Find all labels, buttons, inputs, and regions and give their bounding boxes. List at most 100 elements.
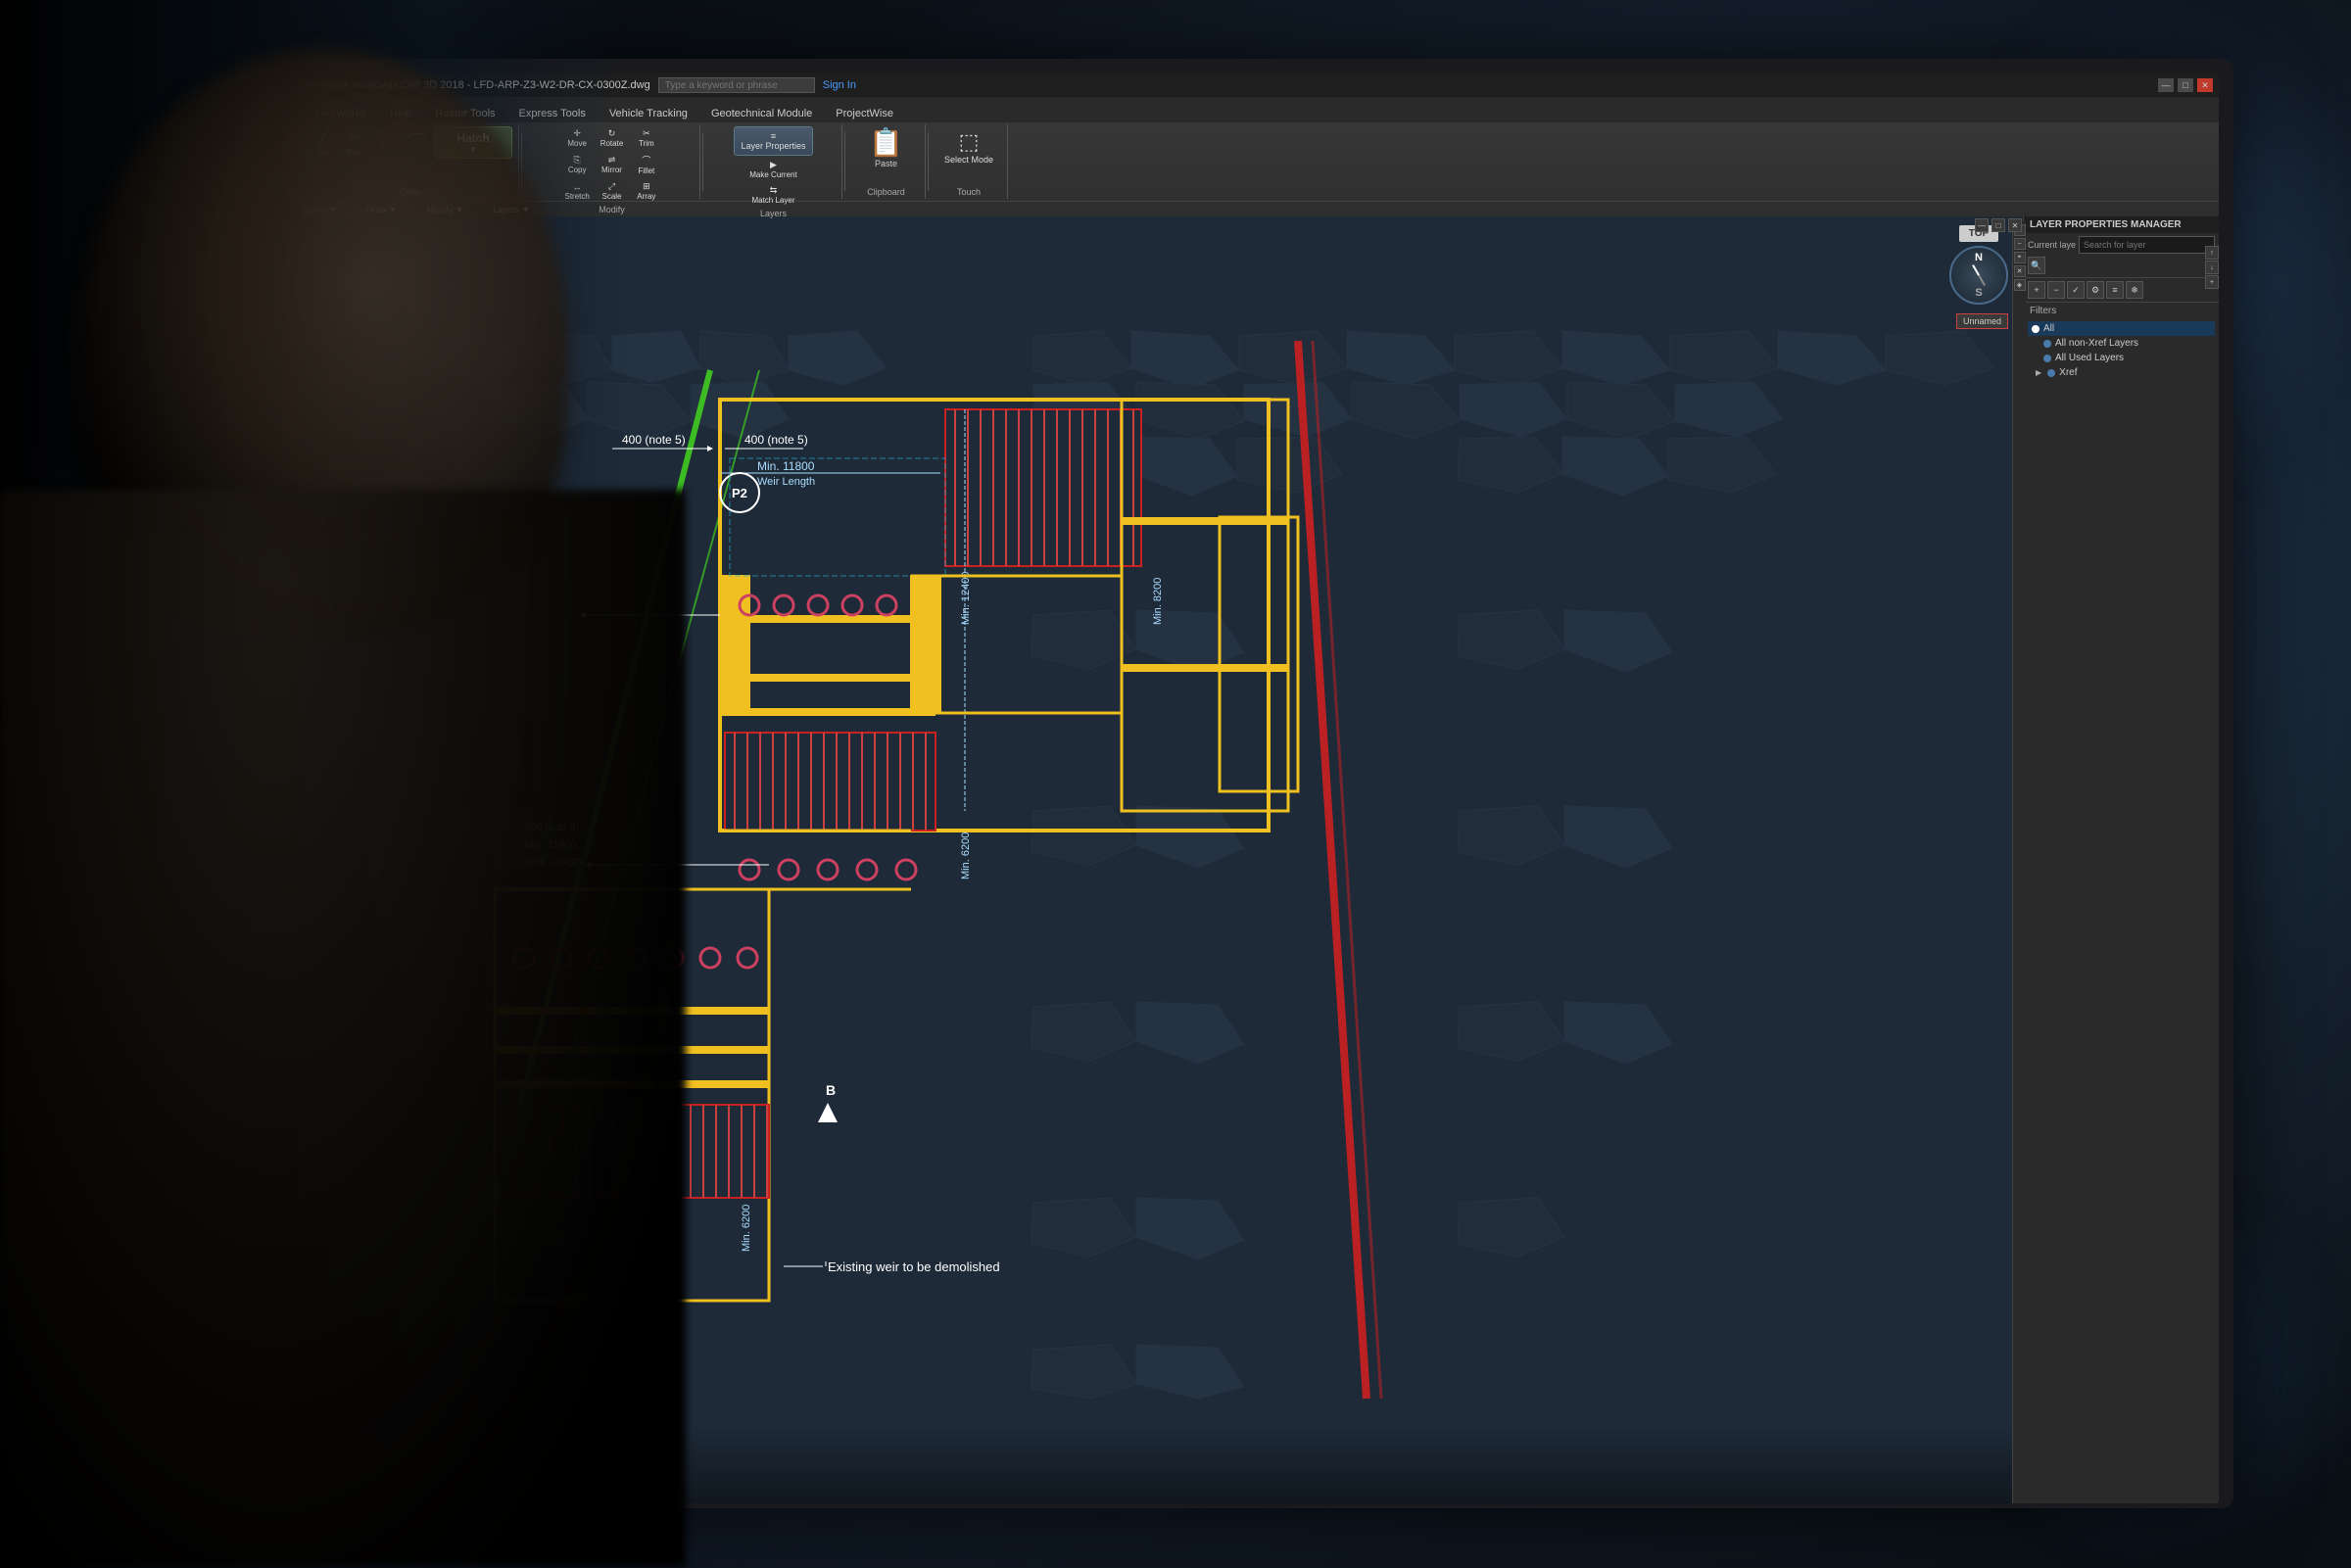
panel-tool-1[interactable]: ↑ <box>2205 246 2219 260</box>
layer-item-all[interactable]: All <box>2028 321 2215 336</box>
panel-title: LAYER PROPERTIES MANAGER <box>2024 216 2219 233</box>
paste-button[interactable]: 📋 Paste <box>869 126 903 168</box>
panel-btn-1[interactable]: 🔍 <box>2028 257 2045 274</box>
compass-north: N <box>1951 252 2006 263</box>
dim-400-note5-1: 400 (note 5) <box>622 433 686 447</box>
layers-buttons: ≡ Layer Properties ▶ Make Current ⇆ Matc… <box>734 126 812 207</box>
copy-icon: ⎘ <box>574 155 581 166</box>
restore-button[interactable]: □ <box>2178 78 2193 92</box>
paste-icon: 📋 <box>869 126 903 159</box>
layer-properties-label: Layer Properties <box>741 141 805 151</box>
select-mode-button[interactable]: ⬚ Select Mode <box>936 126 1001 167</box>
tab-geotechnical[interactable]: Geotechnical Module <box>699 105 824 122</box>
panel-restore-btn[interactable]: □ <box>1991 218 2005 232</box>
dim-weir-length-1: Weir Length <box>757 476 815 488</box>
dim-min11800-1: Min. 11800 <box>757 459 815 473</box>
dim-400-note5-2: 400 (note 5) <box>744 433 808 447</box>
filters-label: Filters <box>2024 303 2219 319</box>
rotate-button[interactable]: ↻ Rotate <box>596 126 628 150</box>
array-label: Array <box>637 192 655 201</box>
ribbon: InfraWorks Help Raster Tools Express Too… <box>299 97 2219 216</box>
navigation-widget: TOP N S <box>1949 225 2008 305</box>
compass-south: S <box>1951 287 2006 299</box>
side-tool-2[interactable]: − <box>2014 238 2026 250</box>
hatch-middle-left <box>725 733 936 831</box>
scale-button[interactable]: ⤢ Scale <box>596 179 628 203</box>
sign-in-label[interactable]: Sign In <box>823 79 856 91</box>
layer-settings-button[interactable]: ⚙ <box>2087 281 2104 299</box>
search-input[interactable] <box>658 77 815 93</box>
layer-label-xref: Xref <box>2059 367 2077 378</box>
trim-label: Trim <box>639 139 654 148</box>
tab-projectwise[interactable]: ProjectWise <box>824 105 905 122</box>
layer-panel: LAYER PROPERTIES MANAGER Current laye 🔍 … <box>2023 216 2219 1503</box>
close-button[interactable]: ✕ <box>2197 78 2213 92</box>
layer-properties-icon: ≡ <box>771 131 776 141</box>
tab-vehicle-tracking[interactable]: Vehicle Tracking <box>598 105 699 122</box>
modify-group-label: Modify <box>599 203 625 214</box>
stretch-button[interactable]: ↔ Stretch <box>560 180 593 203</box>
cad-panel-buttons: — □ ✕ <box>1975 218 2022 232</box>
layer-view-button[interactable]: ≡ <box>2106 281 2124 299</box>
title-bar-controls: — □ ✕ <box>2158 78 2219 92</box>
clipboard-buttons: 📋 Paste <box>869 126 903 168</box>
ribbon-group-clipboard: 📋 Paste Clipboard <box>847 124 926 199</box>
unnamed-label[interactable]: Unnamed <box>1956 313 2008 329</box>
fillet-label: Fillet <box>638 166 654 175</box>
layer-properties-button[interactable]: ≡ Layer Properties <box>734 126 812 156</box>
side-tool-4[interactable]: ✕ <box>2014 265 2026 277</box>
tab-express-tools[interactable]: Express Tools <box>507 105 598 122</box>
mirror-button[interactable]: ⇌ Mirror <box>596 153 628 176</box>
match-layer-label: Match Layer <box>751 196 794 205</box>
make-current-button[interactable]: ▶ Make Current <box>745 158 800 181</box>
compass-circle[interactable]: N S <box>1949 246 2008 305</box>
layer-dot-non-xref <box>2043 340 2051 348</box>
trim-button[interactable]: ✂ Trim <box>630 126 662 150</box>
layer-item-non-xref[interactable]: All non-Xref Layers <box>2028 336 2215 351</box>
match-layer-button[interactable]: ⇆ Match Layer <box>747 183 798 207</box>
ribbon-tabs: InfraWorks Help Raster Tools Express Too… <box>299 97 2219 122</box>
copy-button[interactable]: ⎘ Copy <box>560 153 593 176</box>
side-tool-5[interactable]: ◈ <box>2014 279 2026 291</box>
layer-item-used[interactable]: All Used Layers <box>2028 351 2215 365</box>
minimize-button[interactable]: — <box>2158 78 2174 92</box>
panel-close-btn[interactable]: ✕ <box>2008 218 2022 232</box>
fillet-icon: ⌒ <box>642 154 650 166</box>
panel-tool-3[interactable]: + <box>2205 275 2219 289</box>
compass-arrow <box>1972 264 1986 286</box>
layer-freeze-button[interactable]: ❄ <box>2126 281 2143 299</box>
rotate-label: Rotate <box>600 139 624 148</box>
paste-label: Paste <box>875 159 897 168</box>
side-tool-3[interactable]: ⌖ <box>2014 252 2026 263</box>
layer-search-input[interactable] <box>2079 236 2215 254</box>
hatch-top-right <box>945 409 1141 566</box>
match-layer-icon: ⇆ <box>770 185 778 196</box>
title-bar: Autodesk AutoCAD Civil 3D 2018 - LFD-ARP… <box>299 73 2219 97</box>
fillet-button[interactable]: ⌒ Fillet <box>630 152 662 177</box>
new-layer-button[interactable]: + <box>2028 281 2045 299</box>
sep3 <box>844 132 845 191</box>
move-button[interactable]: ✛ Move <box>560 126 593 150</box>
panel-tool-2[interactable]: ↓ <box>2205 261 2219 274</box>
dim-min12400-1: Min. 12400 <box>960 572 972 625</box>
set-current-button[interactable]: ✓ <box>2067 281 2085 299</box>
scale-label: Scale <box>601 192 621 201</box>
ribbon-content: ╱ Line ⌐ Poly ○ ⌒ Hatch ▼ <box>299 122 2219 201</box>
panel-minimize-btn[interactable]: — <box>1975 218 1989 232</box>
layer-dot-used <box>2043 355 2051 362</box>
current-layer-label: Current laye <box>2028 240 2076 250</box>
layer-item-xref[interactable]: ▶ Xref <box>2028 365 2215 380</box>
array-button[interactable]: ⊞ Array <box>630 179 662 203</box>
trim-icon: ✂ <box>643 128 650 139</box>
move-icon: ✛ <box>573 128 581 139</box>
sep2 <box>702 132 703 191</box>
mirror-label: Mirror <box>601 166 622 174</box>
layer-label-non-xref: All non-Xref Layers <box>2055 338 2138 349</box>
stretch-icon: ↔ <box>573 182 582 192</box>
select-mode-icon: ⬚ <box>959 129 980 155</box>
mirror-icon: ⇌ <box>608 155 616 166</box>
delete-layer-button[interactable]: − <box>2047 281 2065 299</box>
scale-icon: ⤢ <box>608 181 615 192</box>
layer-dot-xref <box>2047 369 2055 377</box>
stretch-label: Stretch <box>564 192 589 201</box>
